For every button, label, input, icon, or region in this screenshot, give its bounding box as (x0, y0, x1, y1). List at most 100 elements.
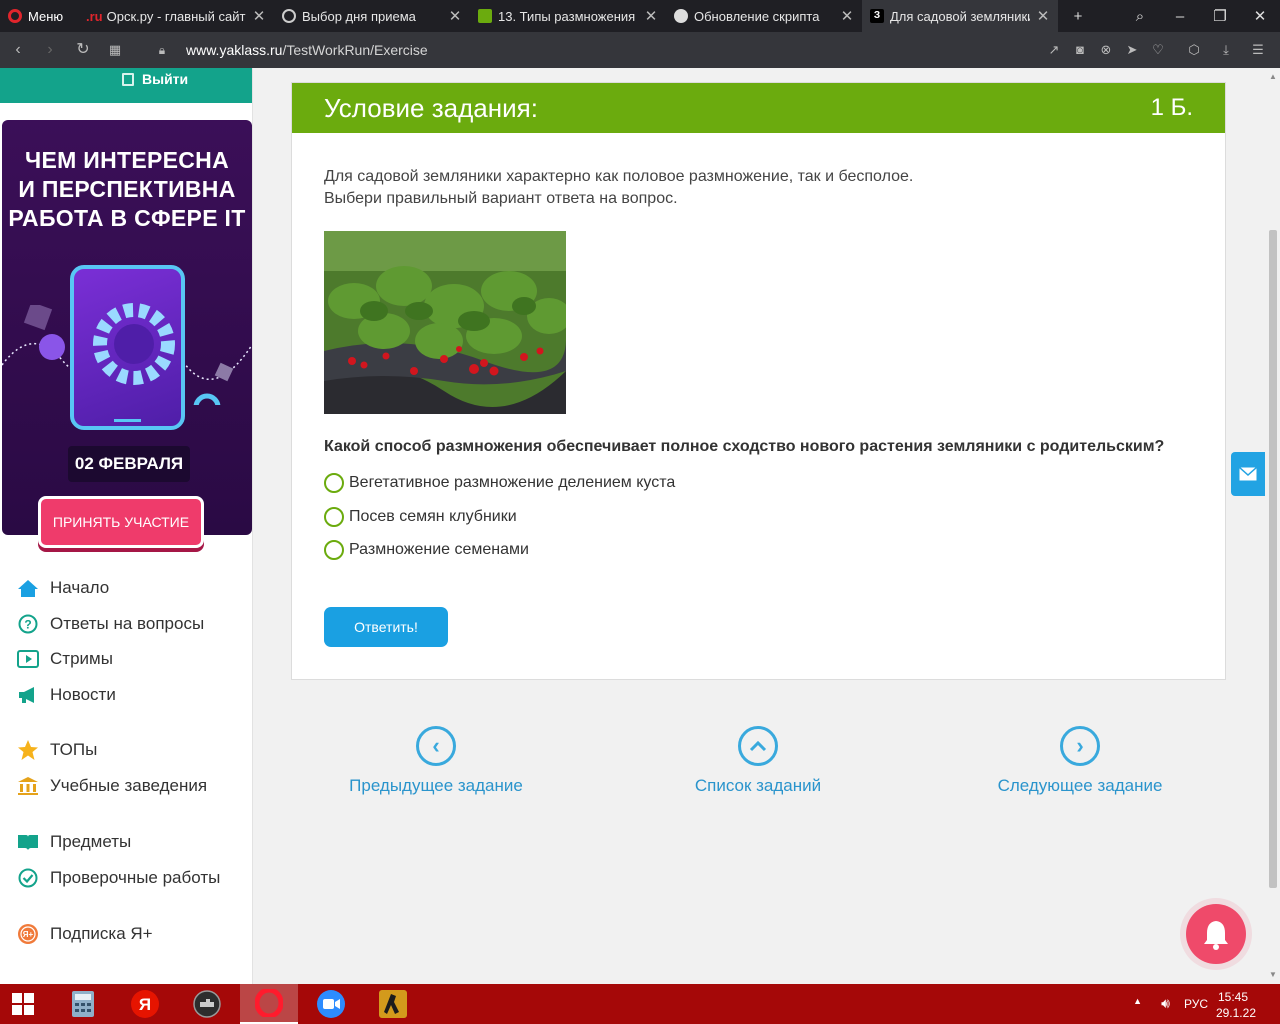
camera-icon[interactable]: ◙ (1071, 41, 1089, 59)
clock-time[interactable]: 15:45 (1218, 990, 1248, 1004)
download-icon[interactable]: ⤓ (1217, 41, 1235, 59)
next-task-link[interactable]: › Следующее задание (960, 726, 1200, 796)
sidebar-item-institutions[interactable]: Учебные заведения (17, 774, 207, 798)
tray-expand-icon[interactable]: ▲ (1133, 996, 1142, 1006)
sidebar-item-label: Начало (50, 578, 110, 597)
calculator-icon (72, 991, 94, 1017)
ad-headline-line: И ПЕРСПЕКТИВНА (18, 176, 236, 202)
calculator-app[interactable] (54, 984, 112, 1024)
orsk-favicon-icon: .ru (86, 8, 103, 24)
opera-icon (255, 989, 283, 1017)
close-tab-icon[interactable]: ✕ (1036, 7, 1050, 25)
tab-title: 13. Типы размножения зе (498, 8, 638, 24)
feedback-mail-button[interactable] (1231, 452, 1265, 496)
task-list-label: Список заданий (694, 776, 822, 795)
counter-strike-app[interactable] (364, 984, 422, 1024)
cube-icon[interactable]: ⬡ (1185, 41, 1203, 59)
sidebar-item-news[interactable]: Новости (17, 683, 116, 707)
task-card: Условие задания: 1 Б. Для садовой землян… (291, 82, 1226, 680)
ad-banner[interactable]: ЧЕМ ИНТЕРЕСНА И ПЕРСПЕКТИВНА РАБОТА В СФ… (2, 120, 252, 535)
adblock-icon[interactable]: ⊗ (1097, 41, 1115, 59)
browser-tab-active[interactable]: З Для садовой земляники х ✕ (862, 0, 1058, 32)
radio-button[interactable] (324, 540, 344, 560)
volume-icon[interactable]: 🔊︎ (1161, 995, 1170, 1012)
task-description: Для садовой земляники характерно как пол… (324, 166, 913, 210)
logout-label: Выйти (142, 71, 189, 87)
question-text: Какой способ размножения обеспечивает по… (324, 438, 1165, 455)
tanks-icon (193, 990, 221, 1018)
page-scrollbar[interactable]: ▲ ▼ (1266, 68, 1280, 984)
url-host: www.yaklass.ru (186, 42, 283, 58)
close-tab-icon[interactable]: ✕ (448, 7, 462, 25)
answer-option-label: Вегетативное размножение делением куста (349, 474, 676, 491)
yaplus-icon: Я+ (17, 923, 39, 945)
heart-icon[interactable]: ♡ (1149, 41, 1167, 59)
answer-option[interactable]: Размножение семенами (324, 540, 529, 560)
sidebar-item-tops[interactable]: ТОПы (17, 738, 97, 762)
next-task-label: Следующее задание (997, 776, 1163, 795)
task-title: Условие задания: (324, 93, 538, 123)
sidebar-item-home[interactable]: Начало (17, 576, 109, 600)
browser-menu-button[interactable]: Меню (8, 0, 63, 32)
minimize-icon[interactable]: – (1160, 0, 1200, 32)
yandex-browser-app[interactable]: Я (116, 984, 174, 1024)
close-window-icon[interactable]: ✕ (1240, 0, 1280, 32)
question-icon: ? (17, 613, 39, 635)
world-of-tanks-app[interactable] (178, 984, 236, 1024)
speed-dial-icon[interactable]: ▦ (105, 40, 125, 60)
sidebar-item-streams[interactable]: Стримы (17, 647, 113, 671)
back-icon[interactable]: ‹ (8, 40, 28, 60)
sidebar-item-tests[interactable]: Проверочные работы (17, 866, 220, 890)
sidebar-item-subscription[interactable]: Я+ Подписка Я+ (17, 922, 153, 946)
radio-button[interactable] (324, 473, 344, 493)
browser-tab[interactable]: Обновление скрипта ✕ (666, 0, 862, 32)
svg-text:Я: Я (139, 995, 151, 1014)
radio-button[interactable] (324, 507, 344, 527)
tab-title: Орск.ру - главный сайт Ор (106, 8, 246, 24)
browser-address-bar: ‹ › ↻ ▦ 🔒︎ www.yaklass.ru/TestWorkRun/Ex… (0, 32, 1280, 68)
browser-tab[interactable]: .ru Орск.ру - главный сайт Ор ✕ (78, 0, 274, 32)
search-tabs-icon[interactable]: ⌕ (1120, 0, 1160, 32)
opera-app[interactable] (240, 984, 298, 1024)
logout-icon (122, 72, 134, 86)
svg-text:?: ? (24, 618, 31, 632)
forward-icon[interactable]: › (40, 40, 60, 60)
scroll-up-arrow-icon[interactable]: ▲ (1268, 72, 1278, 81)
zoom-app[interactable] (302, 984, 360, 1024)
input-language[interactable]: РУС (1184, 997, 1208, 1011)
zoom-icon (317, 990, 345, 1018)
script-favicon-icon (674, 9, 688, 23)
start-button[interactable] (0, 984, 46, 1024)
logout-button[interactable]: Выйти (122, 71, 188, 87)
easy-setup-icon[interactable]: ☰ (1249, 41, 1267, 59)
ad-participate-button[interactable]: ПРИНЯТЬ УЧАСТИЕ (38, 496, 204, 548)
answer-option[interactable]: Посев семян клубники (324, 507, 517, 527)
close-tab-icon[interactable]: ✕ (840, 7, 854, 25)
clock-date[interactable]: 29.1.22 (1216, 1006, 1256, 1020)
task-header: Условие задания: 1 Б. (292, 83, 1225, 133)
sidebar-item-label: Учебные заведения (50, 776, 208, 795)
chevron-up-icon (738, 726, 778, 766)
submit-answer-button[interactable]: Ответить! (324, 607, 448, 647)
close-tab-icon[interactable]: ✕ (252, 7, 266, 25)
browser-tab[interactable]: 13. Типы размножения зе ✕ (470, 0, 666, 32)
url-field[interactable]: www.yaklass.ru/TestWorkRun/Exercise (186, 42, 428, 58)
scrollbar-thumb[interactable] (1269, 230, 1277, 888)
share-icon[interactable]: ↗ (1045, 41, 1063, 59)
previous-task-link[interactable]: ‹ Предыдущее задание (316, 726, 556, 796)
browser-tab[interactable]: Выбор дня приема ✕ (274, 0, 470, 32)
notifications-button[interactable] (1186, 904, 1246, 964)
sidebar: Выйти ЧЕМ ИНТЕРЕСНА И ПЕРСПЕКТИВНА РАБОТ… (0, 68, 253, 984)
task-list-link[interactable]: Список заданий (638, 726, 878, 796)
send-icon[interactable]: ➤ (1123, 41, 1141, 59)
sidebar-item-answers[interactable]: ? Ответы на вопросы (17, 612, 204, 636)
new-tab-button[interactable]: + (1058, 0, 1098, 32)
answer-option[interactable]: Вегетативное размножение делением куста (324, 473, 675, 493)
sidebar-item-subjects[interactable]: Предметы (17, 830, 131, 854)
close-tab-icon[interactable]: ✕ (644, 7, 658, 25)
task-text-line: Выбери правильный вариант ответа на вопр… (324, 190, 678, 207)
scroll-down-arrow-icon[interactable]: ▼ (1268, 970, 1278, 979)
restore-icon[interactable]: ❐ (1200, 0, 1240, 32)
reload-icon[interactable]: ↻ (73, 40, 93, 60)
sidebar-item-label: Новости (50, 685, 116, 704)
